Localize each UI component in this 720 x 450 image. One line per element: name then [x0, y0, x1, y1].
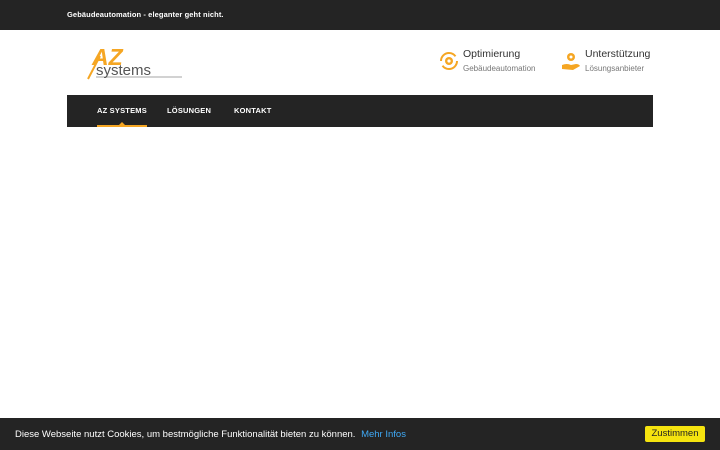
cookie-accept-button[interactable]: Zustimmen: [645, 426, 705, 442]
top-bar: Gebäudeautomation - eleganter geht nicht…: [0, 0, 720, 30]
hand-gear-icon: [562, 53, 580, 70]
az-systems-logo[interactable]: AZ systems: [86, 43, 182, 81]
feature-subtitle: Lösungsanbieter: [585, 64, 645, 73]
feature-subtitle: Gebäudeautomation: [463, 64, 536, 73]
gear-cycle-icon: [440, 52, 458, 70]
feature-optimierung: Optimierung Gebäudeautomation: [439, 48, 549, 78]
feature-title: Optimierung: [463, 48, 521, 60]
feature-title: Unterstützung: [585, 48, 651, 60]
main-navigation: AZ SYSTEMS LÖSUNGEN KONTAKT: [67, 95, 653, 127]
nav-item-loesungen[interactable]: LÖSUNGEN: [167, 95, 211, 127]
cookie-more-info-link[interactable]: Mehr Infos: [361, 429, 406, 440]
cookie-text: Diese Webseite nutzt Cookies, um bestmög…: [15, 429, 406, 440]
nav-item-kontakt[interactable]: KONTAKT: [234, 95, 272, 127]
cookie-banner: Diese Webseite nutzt Cookies, um bestmög…: [0, 418, 720, 450]
logo-word: systems: [96, 62, 151, 79]
site-header: AZ systems Optimierung Gebäudeautomation…: [0, 30, 720, 95]
nav-item-az-systems[interactable]: AZ SYSTEMS: [97, 95, 147, 127]
site-tagline: Gebäudeautomation - eleganter geht nicht…: [67, 10, 224, 19]
cookie-message: Diese Webseite nutzt Cookies, um bestmög…: [15, 429, 356, 440]
feature-unterstuetzung: Unterstützung Lösungsanbieter: [561, 48, 657, 78]
